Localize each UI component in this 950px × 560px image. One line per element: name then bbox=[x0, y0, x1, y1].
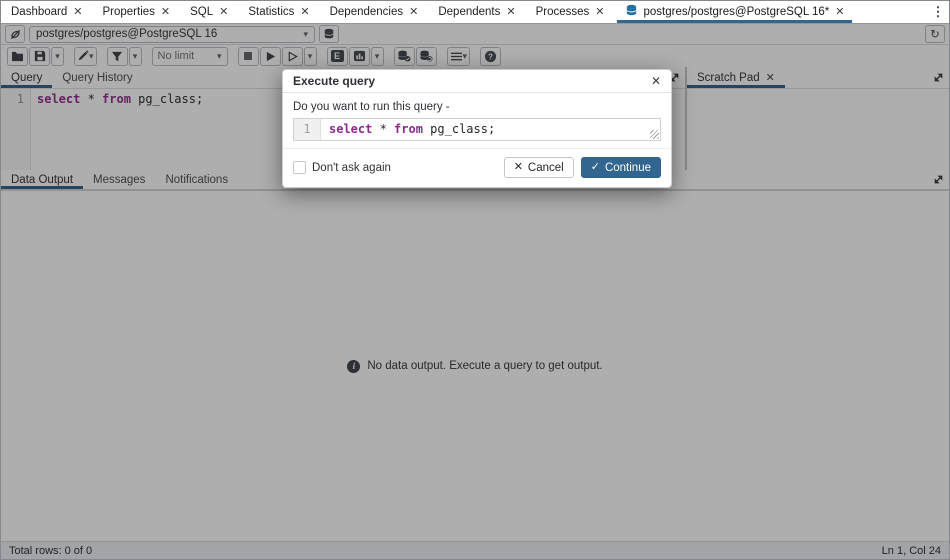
dialog-query-preview: 1 select * from pg_class; bbox=[293, 118, 661, 141]
tab-sql[interactable]: SQL ✕ bbox=[180, 1, 238, 23]
tab-label: Processes bbox=[536, 6, 590, 18]
sql-keyword: select bbox=[329, 122, 372, 136]
tab-dependencies[interactable]: Dependencies ✕ bbox=[320, 1, 429, 23]
close-icon: ✕ bbox=[514, 162, 523, 173]
close-icon[interactable]: ✕ bbox=[835, 7, 844, 18]
dialog-body: Do you want to run this query - 1 select… bbox=[283, 93, 671, 148]
tab-statistics[interactable]: Statistics ✕ bbox=[238, 1, 319, 23]
close-icon[interactable]: ✕ bbox=[73, 7, 82, 18]
continue-button[interactable]: ✓ Continue bbox=[581, 157, 661, 178]
continue-label: Continue bbox=[605, 162, 651, 174]
dialog-header: Execute query ✕ bbox=[283, 70, 671, 93]
sql-identifier: pg_class; bbox=[423, 122, 495, 136]
tabbar-spacer bbox=[854, 1, 927, 23]
tab-label: Dependents bbox=[438, 6, 500, 18]
dont-ask-again-option[interactable]: Don't ask again bbox=[293, 161, 504, 174]
line-number-gutter: 1 bbox=[294, 119, 321, 140]
tab-label: Dependencies bbox=[330, 6, 404, 18]
dialog-title: Execute query bbox=[293, 74, 651, 88]
dialog-message: Do you want to run this query - bbox=[293, 101, 661, 113]
tab-label: postgres/postgres@PostgreSQL 16* bbox=[644, 6, 830, 18]
tab-query-tool-active[interactable]: postgres/postgres@PostgreSQL 16* ✕ bbox=[615, 1, 855, 23]
tab-label: Statistics bbox=[248, 6, 294, 18]
tab-properties[interactable]: Properties ✕ bbox=[92, 1, 180, 23]
tab-label: SQL bbox=[190, 6, 213, 18]
tab-label: Properties bbox=[102, 6, 154, 18]
tab-dependents[interactable]: Dependents ✕ bbox=[428, 1, 525, 23]
tab-overflow-menu-icon[interactable]: ⋮ bbox=[927, 1, 949, 23]
tab-dashboard[interactable]: Dashboard ✕ bbox=[1, 1, 92, 23]
sql-operator: * bbox=[372, 122, 394, 136]
tab-label: Dashboard bbox=[11, 6, 67, 18]
close-icon[interactable]: ✕ bbox=[300, 7, 309, 18]
document-tabbar: Dashboard ✕ Properties ✕ SQL ✕ Statistic… bbox=[1, 1, 949, 23]
cancel-label: Cancel bbox=[528, 162, 564, 174]
sql-keyword: from bbox=[394, 122, 423, 136]
query-tool-main: postgres/postgres@PostgreSQL 16 ▾ ↻ ▾ bbox=[1, 23, 949, 559]
database-icon bbox=[625, 4, 638, 20]
resize-handle[interactable] bbox=[650, 130, 659, 139]
pgadmin-query-tool-window: Dashboard ✕ Properties ✕ SQL ✕ Statistic… bbox=[0, 0, 950, 560]
dont-ask-again-label: Don't ask again bbox=[312, 162, 391, 174]
execute-query-dialog: Execute query ✕ Do you want to run this … bbox=[282, 69, 672, 188]
dont-ask-again-checkbox[interactable] bbox=[293, 161, 306, 174]
close-icon[interactable]: ✕ bbox=[506, 7, 515, 18]
dialog-footer: Don't ask again ✕ Cancel ✓ Continue bbox=[283, 148, 671, 187]
close-icon[interactable]: ✕ bbox=[409, 7, 418, 18]
tab-processes[interactable]: Processes ✕ bbox=[526, 1, 615, 23]
close-icon[interactable]: ✕ bbox=[595, 7, 604, 18]
cancel-button[interactable]: ✕ Cancel bbox=[504, 157, 574, 178]
close-icon[interactable]: ✕ bbox=[161, 7, 170, 18]
close-icon[interactable]: ✕ bbox=[219, 7, 228, 18]
dialog-code-line: select * from pg_class; bbox=[321, 119, 660, 140]
check-icon: ✓ bbox=[591, 162, 600, 173]
close-icon[interactable]: ✕ bbox=[651, 74, 661, 88]
line-number: 1 bbox=[294, 122, 320, 136]
